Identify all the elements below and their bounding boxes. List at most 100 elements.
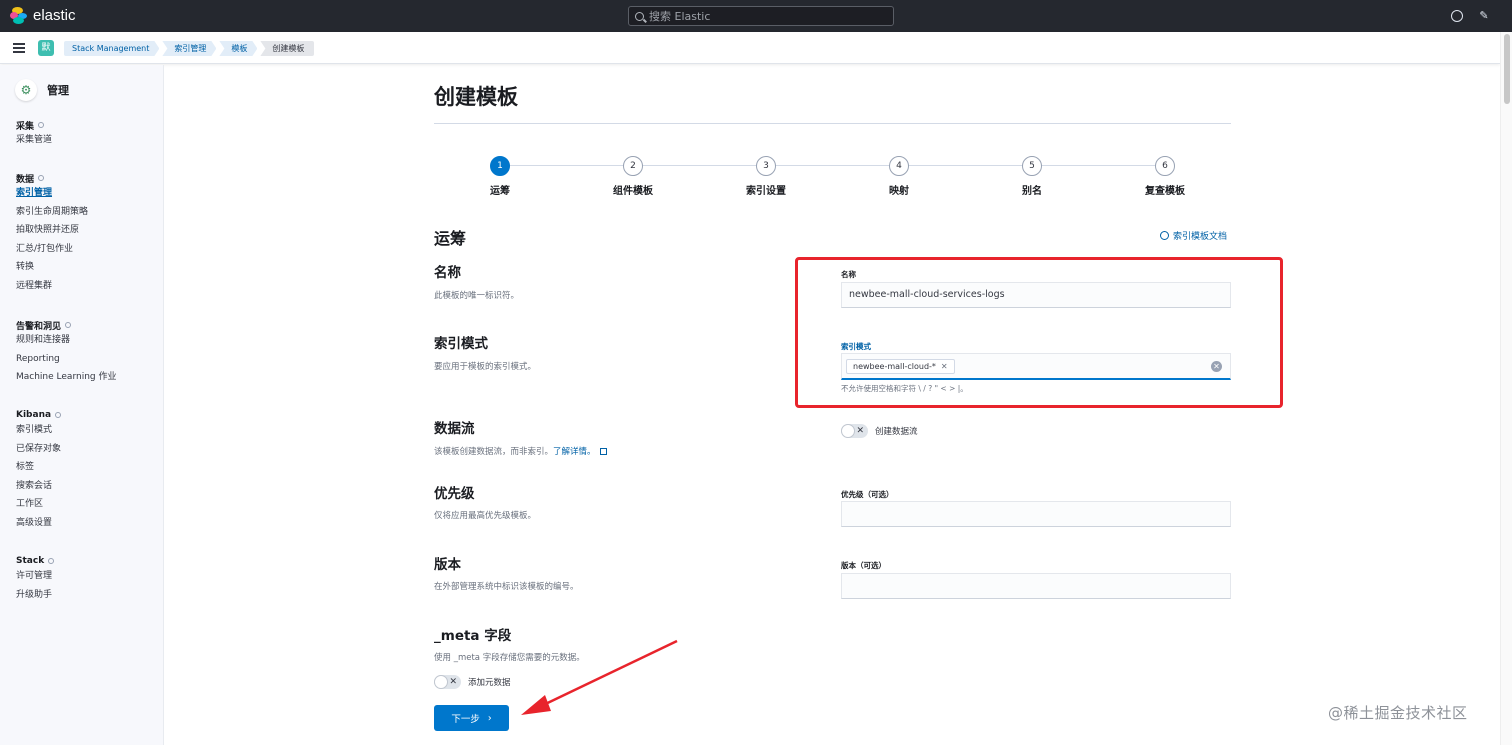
main-content: 创建模板 1 运筹 2 组件模板 3 索引设置 4 映射 5 别名 6 复查模板 <box>165 65 1500 745</box>
group-title-kibana: Kibana <box>16 410 52 420</box>
step-label: 映射 <box>889 186 909 197</box>
toggle-knob <box>841 424 855 438</box>
space-avatar[interactable]: 默 <box>38 40 54 56</box>
step-number: 2 <box>623 156 643 176</box>
step-label: 复查模板 <box>1145 186 1185 197</box>
global-search-input[interactable]: 搜索 Elastic <box>628 6 894 26</box>
version-input-label: 版本（可选） <box>841 561 886 570</box>
sidebar-group-alerts-insights: 告警和洞见 规则和连接器 Reporting Machine Learning … <box>16 319 116 387</box>
next-button[interactable]: 下一步 › <box>434 705 509 731</box>
sidebar-item-saved-objects[interactable]: 已保存对象 <box>16 440 61 459</box>
sidebar-item-remote-clusters[interactable]: 远程集群 <box>16 277 88 296</box>
learn-more-link[interactable]: 了解详情。 <box>553 447 596 457</box>
priority-field-title: 优先级 <box>434 486 475 502</box>
sidebar-group-stack: Stack 许可管理 升级助手 <box>16 555 55 605</box>
step-number: 1 <box>490 156 510 176</box>
data-stream-toggle-label: 创建数据流 <box>875 427 918 437</box>
sidebar-item-reporting[interactable]: Reporting <box>16 350 116 369</box>
index-template-docs-link[interactable]: 索引模板文档 <box>1160 229 1227 242</box>
toggle-off-icon: ✕ <box>856 426 864 436</box>
chevron-right-icon: › <box>487 712 492 724</box>
external-link-icon <box>599 448 607 455</box>
data-stream-field-description: 该模板创建数据流，而非索引。了解详情。 <box>434 445 607 457</box>
help-icon <box>1160 231 1169 240</box>
step-review[interactable]: 6 复查模板 <box>1125 156 1205 197</box>
step-index-settings[interactable]: 3 索引设置 <box>726 156 806 197</box>
sidebar-item-rollup-jobs[interactable]: 汇总/打包作业 <box>16 240 88 259</box>
meta-field-title: _meta 字段 <box>434 628 512 644</box>
annotation-highlight-box <box>795 257 1283 408</box>
search-icon <box>635 11 644 21</box>
info-icon <box>55 412 62 418</box>
sidebar-item-ml-jobs[interactable]: Machine Learning 作业 <box>16 368 116 387</box>
sidebar-item-tags[interactable]: 标签 <box>16 458 61 477</box>
breadcrumb-stack-management[interactable]: Stack Management <box>64 41 159 56</box>
breadcrumb-templates[interactable]: 模板 <box>219 41 257 56</box>
sidebar-item-spaces[interactable]: 工作区 <box>16 495 61 514</box>
step-component-templates[interactable]: 2 组件模板 <box>593 156 673 197</box>
page-title: 创建模板 <box>434 85 518 109</box>
toggle-knob <box>434 675 448 689</box>
gear-icon: ⚙ <box>15 79 37 101</box>
sidebar-item-ilm-policies[interactable]: 索引生命周期策略 <box>16 203 88 222</box>
sidebar-item-snapshot-restore[interactable]: 拍取快照并还原 <box>16 221 88 240</box>
help-icon[interactable] <box>1451 10 1463 22</box>
breadcrumb-index-management[interactable]: 索引管理 <box>162 41 216 56</box>
step-aliases[interactable]: 5 别名 <box>992 156 1072 197</box>
priority-field-description: 仅将应用最高优先级模板。 <box>434 511 537 521</box>
breadcrumb-bar: 默 Stack Management 索引管理 模板 创建模板 <box>0 32 1500 64</box>
sidebar-item-license-management[interactable]: 许可管理 <box>16 567 54 586</box>
sidebar-header: ⚙ 管理 <box>15 79 69 101</box>
sidebar-item-ingest-pipelines[interactable]: 采集管道 <box>16 131 52 150</box>
version-field-description: 在外部管理系统中标识该模板的编号。 <box>434 582 579 592</box>
breadcrumb: Stack Management 索引管理 模板 创建模板 <box>64 41 317 56</box>
step-number: 4 <box>889 156 909 176</box>
step-number: 5 <box>1022 156 1042 176</box>
menu-icon[interactable] <box>13 43 25 53</box>
group-title-stack: Stack <box>16 556 45 566</box>
sidebar-item-search-sessions[interactable]: 搜索会话 <box>16 477 61 496</box>
step-label: 索引设置 <box>746 186 786 197</box>
group-title-data: 数据 <box>16 174 35 185</box>
sidebar-item-rules-connectors[interactable]: 规则和连接器 <box>16 331 116 350</box>
index-patterns-field-title: 索引模式 <box>434 336 488 352</box>
name-field-title: 名称 <box>434 265 461 281</box>
search-placeholder: 搜索 Elastic <box>649 10 711 23</box>
sidebar-item-upgrade-assistant[interactable]: 升级助手 <box>16 586 54 605</box>
sidebar-title: 管理 <box>47 84 69 97</box>
step-number: 6 <box>1155 156 1175 176</box>
step-label: 别名 <box>1022 186 1042 197</box>
arrow-head <box>521 695 551 715</box>
sidebar-group-ingest: 采集 采集管道 <box>16 119 52 150</box>
info-icon <box>48 558 55 564</box>
page-scrollbar[interactable] <box>1500 32 1512 745</box>
meta-toggle[interactable]: ✕ <box>434 675 461 689</box>
priority-input[interactable] <box>841 501 1231 527</box>
top-header: elastic 搜索 Elastic ✎ <box>0 0 1512 32</box>
step-number: 3 <box>756 156 776 176</box>
sidebar-item-transforms[interactable]: 转换 <box>16 258 88 277</box>
version-input[interactable] <box>841 573 1231 599</box>
data-stream-toggle[interactable]: ✕ <box>841 424 868 438</box>
breadcrumb-create-template: 创建模板 <box>260 41 315 56</box>
step-label: 运筹 <box>490 186 510 197</box>
data-stream-desc-text: 该模板创建数据流，而非索引。 <box>434 447 554 457</box>
step-logistics[interactable]: 1 运筹 <box>460 156 540 197</box>
sidebar-item-index-management[interactable]: 索引管理 <box>16 184 88 203</box>
elastic-logo[interactable]: elastic <box>10 7 76 24</box>
step-label: 组件模板 <box>613 186 653 197</box>
step-mappings[interactable]: 4 映射 <box>859 156 939 197</box>
arrow-shaft <box>534 639 678 711</box>
newsfeed-icon[interactable]: ✎ <box>1478 10 1490 22</box>
watermark: @稀土掘金技术社区 <box>1328 704 1468 722</box>
sidebar-item-index-patterns[interactable]: 索引模式 <box>16 421 61 440</box>
priority-input-label: 优先级（可选） <box>841 490 894 499</box>
group-title-alerts: 告警和洞见 <box>16 321 62 332</box>
info-icon <box>65 322 72 328</box>
scrollbar-thumb[interactable] <box>1504 34 1510 104</box>
sidebar-item-advanced-settings[interactable]: 高级设置 <box>16 514 61 533</box>
docs-link-label: 索引模板文档 <box>1173 232 1228 242</box>
management-sidebar: ⚙ 管理 采集 采集管道 数据 索引管理 索引生命周期策略 拍取快照并还原 汇总… <box>0 65 164 745</box>
index-patterns-field-description: 要应用于模板的索引模式。 <box>434 362 537 372</box>
section-title: 运筹 <box>434 229 467 248</box>
